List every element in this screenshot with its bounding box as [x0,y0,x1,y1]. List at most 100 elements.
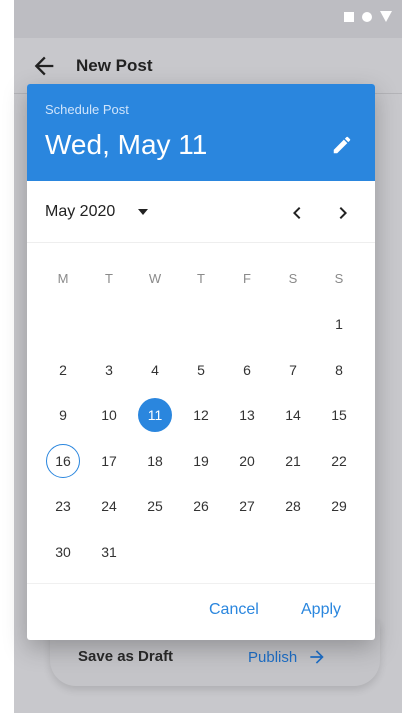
day-cell[interactable]: 8 [316,347,362,393]
day-number: 6 [243,361,251,378]
day-cell[interactable]: 5 [178,347,224,393]
day-cell[interactable]: 26 [178,484,224,530]
day-cell[interactable]: 24 [86,484,132,530]
empty-day-cell [178,529,224,575]
day-number: 13 [239,407,255,424]
day-number: 3 [105,361,113,378]
day-cell[interactable]: 15 [316,393,362,439]
day-number: 20 [239,452,255,469]
day-number: 11 [138,398,172,433]
day-number: 7 [289,361,297,378]
day-number: 30 [55,543,71,560]
chevron-left-icon[interactable] [285,201,309,225]
day-cell[interactable]: 3 [86,347,132,393]
weekday-header-row: M T W T F S S [40,256,362,302]
day-cell[interactable]: 28 [270,484,316,530]
empty-day-cell [224,529,270,575]
day-cell[interactable]: 7 [270,347,316,393]
week-row: 23 24 25 26 27 28 29 [40,484,362,530]
empty-day-cell [316,529,362,575]
day-cell[interactable]: 1 [316,302,362,348]
weekday-label: M [57,271,69,287]
day-cell[interactable]: 25 [132,484,178,530]
day-cell[interactable]: 22 [316,438,362,484]
day-cell[interactable]: 6 [224,347,270,393]
dialog-footer: Cancel Apply [27,583,375,640]
arrow-right-icon [310,650,324,664]
day-number: 18 [147,452,163,469]
empty-day-cell [224,302,270,348]
week-row: 2 3 4 5 6 7 8 [40,347,362,393]
weekday-label: W [148,271,162,287]
day-number: 2 [59,361,67,378]
day-cell[interactable]: 4 [132,347,178,393]
publish-button[interactable]: Publish [248,647,327,667]
empty-day-cell [86,302,132,348]
day-cell[interactable]: 9 [40,393,86,439]
empty-day-cell [40,302,86,348]
empty-day-cell [132,529,178,575]
back-arrow-icon[interactable] [30,52,58,80]
day-cell[interactable]: 19 [178,438,224,484]
week-row: 9 10 11 12 13 14 15 [40,393,362,439]
day-cell[interactable]: 27 [224,484,270,530]
day-cell[interactable]: 20 [224,438,270,484]
day-number: 5 [197,361,205,378]
day-cell[interactable]: 18 [132,438,178,484]
day-cell[interactable]: 31 [86,529,132,575]
day-number: 4 [151,361,159,378]
week-row: 1 [40,302,362,348]
apply-button[interactable]: Apply [301,601,341,619]
chevron-right-icon[interactable] [331,201,355,225]
month-navigation: May 2020 [27,181,375,243]
day-cell[interactable]: 23 [40,484,86,530]
week-row: 16 17 18 19 20 21 22 [40,438,362,484]
status-bar [14,0,402,38]
day-cell[interactable]: 13 [224,393,270,439]
day-number: 24 [101,498,117,515]
day-cell[interactable]: 14 [270,393,316,439]
day-cell[interactable]: 16 [40,438,86,484]
day-cell[interactable]: 12 [178,393,224,439]
day-cell[interactable]: 21 [270,438,316,484]
day-number: 16 [46,443,80,478]
day-number: 15 [331,407,347,424]
day-number: 29 [331,498,347,515]
day-number: 28 [285,498,301,515]
square-icon [344,11,354,22]
day-cell[interactable]: 11 [132,393,178,439]
day-number: 10 [101,407,117,424]
status-icons [344,11,392,22]
weeks-container: 1 2 3 4 5 6 7 8 9 10 11 12 13 14 15 16 17 18 19 20 21 22 23 24 2… [40,302,362,575]
day-cell[interactable]: 29 [316,484,362,530]
day-cell[interactable]: 30 [40,529,86,575]
dialog-header: Schedule Post Wed, May 11 [27,84,375,181]
dialog-overline: Schedule Post [45,102,129,117]
day-cell[interactable]: 2 [40,347,86,393]
empty-day-cell [132,302,178,348]
day-number: 1 [335,316,343,333]
day-number: 9 [59,407,67,424]
day-cell[interactable]: 17 [86,438,132,484]
day-number: 23 [55,498,71,515]
week-row: 30 31 [40,529,362,575]
weekday-label: S [288,271,298,287]
caret-down-icon[interactable] [138,209,148,215]
weekday-label: S [334,271,344,287]
day-number: 8 [335,361,343,378]
day-number: 19 [193,452,209,469]
day-number: 21 [285,452,301,469]
day-number: 26 [193,498,209,515]
day-number: 17 [101,452,117,469]
cancel-button[interactable]: Cancel [209,601,259,619]
pencil-icon[interactable] [331,134,353,156]
empty-day-cell [178,302,224,348]
calendar-grid: M T W T F S S 1 2 3 4 5 6 7 8 9 10 11 12 13 14 15 16 17 1… [40,256,362,575]
save-draft-button[interactable]: Save as Draft [78,648,173,665]
day-number: 31 [101,543,117,560]
triangle-icon [380,11,392,22]
month-year-dropdown[interactable]: May 2020 [45,203,115,221]
publish-label: Publish [248,648,298,666]
weekday-label: T [197,271,205,287]
day-cell[interactable]: 10 [86,393,132,439]
